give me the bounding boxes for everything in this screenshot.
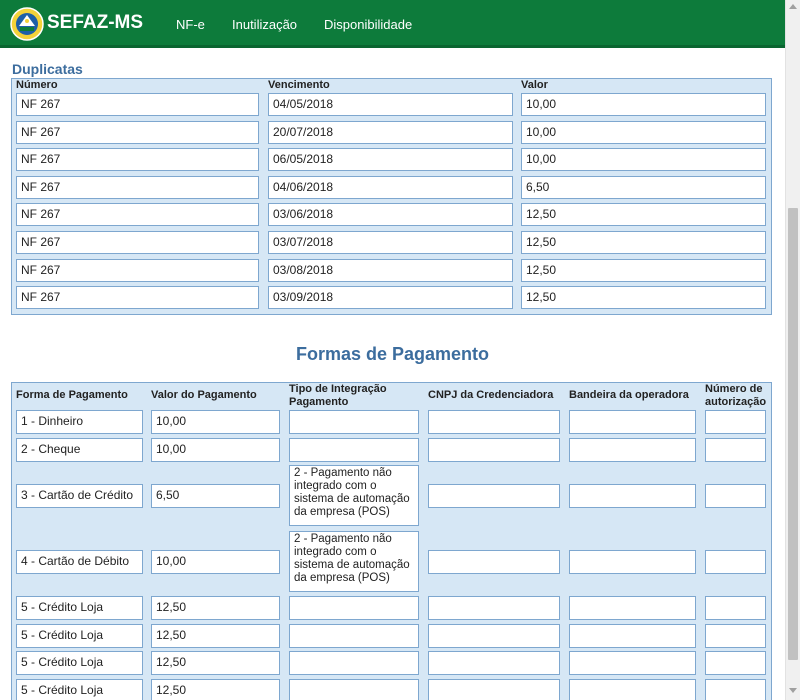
tipo-integracao-field[interactable] <box>289 410 419 434</box>
numero-field[interactable]: NF 267 <box>16 203 259 227</box>
bandeira-operadora-field[interactable] <box>569 438 696 462</box>
header-valor: Valor <box>521 79 548 91</box>
header-bandeira-operadora: Bandeira da operadora <box>569 389 689 401</box>
header-tipo-integracao: Tipo de Integração Pagamento <box>289 383 387 408</box>
cnpj-credenciadora-field[interactable] <box>428 483 560 508</box>
valor-field[interactable]: 12,50 <box>521 286 766 310</box>
tipo-integracao-field[interactable] <box>289 624 419 648</box>
vencimento-field[interactable]: 20/07/2018 <box>268 120 513 144</box>
forma-pagamento-field[interactable]: 3 - Cartão de Crédito <box>16 483 143 508</box>
tipo-integracao-field[interactable]: 2 - Pagamento não integrado com o sistem… <box>289 531 419 592</box>
vencimento-field[interactable]: 04/05/2018 <box>268 93 513 116</box>
tipo-integracao-field[interactable] <box>289 679 419 700</box>
forma-pagamento-field[interactable]: 4 - Cartão de Débito <box>16 549 143 574</box>
vencimento-field[interactable]: 03/06/2018 <box>268 203 513 227</box>
numero-autorizacao-field[interactable] <box>705 438 766 462</box>
numero-field[interactable]: NF 267 <box>16 286 259 310</box>
header-cnpj-credenciadora: CNPJ da Credenciadora <box>428 389 554 401</box>
valor-field[interactable]: 10,00 <box>521 120 766 144</box>
cnpj-credenciadora-field[interactable] <box>428 410 560 434</box>
cnpj-credenciadora-field[interactable] <box>428 596 560 620</box>
valor-pagamento-field[interactable]: 6,50 <box>151 483 280 508</box>
header-forma-pagamento: Forma de Pagamento <box>16 389 128 401</box>
header-vencimento: Vencimento <box>268 79 330 91</box>
forma-pagamento-field[interactable]: 5 - Crédito Loja <box>16 679 143 700</box>
tipo-integracao-field[interactable] <box>289 596 419 620</box>
ms-state-seal-icon <box>10 7 44 41</box>
cnpj-credenciadora-field[interactable] <box>428 651 560 675</box>
bandeira-operadora-field[interactable] <box>569 651 696 675</box>
scroll-up-arrow-icon[interactable] <box>789 4 797 9</box>
brand-title[interactable]: SEFAZ-MS <box>47 12 143 34</box>
cnpj-credenciadora-field[interactable] <box>428 679 560 700</box>
forma-pagamento-field[interactable]: 2 - Cheque <box>16 438 143 462</box>
numero-field[interactable]: NF 267 <box>16 258 259 282</box>
forma-pagamento-field[interactable]: 1 - Dinheiro <box>16 410 143 434</box>
valor-field[interactable]: 10,00 <box>521 148 766 172</box>
scroll-down-arrow-icon[interactable] <box>789 688 797 693</box>
header-numero: Número <box>16 79 58 91</box>
numero-field[interactable]: NF 267 <box>16 148 259 172</box>
nav-inutilizacao[interactable]: Inutilização <box>232 17 297 32</box>
numero-autorizacao-field[interactable] <box>705 549 766 574</box>
vencimento-field[interactable]: 04/06/2018 <box>268 175 513 199</box>
valor-pagamento-field[interactable]: 10,00 <box>151 438 280 462</box>
numero-field[interactable]: NF 267 <box>16 120 259 144</box>
bandeira-operadora-field[interactable] <box>569 596 696 620</box>
scrollbar-thumb[interactable] <box>788 208 798 660</box>
valor-pagamento-field[interactable]: 12,50 <box>151 624 280 648</box>
forma-pagamento-field[interactable]: 5 - Crédito Loja <box>16 596 143 620</box>
main-content: Duplicatas Número Vencimento Valor NF 267 04… <box>0 48 785 700</box>
vencimento-field[interactable]: 06/05/2018 <box>268 148 513 172</box>
tipo-integracao-field[interactable] <box>289 438 419 462</box>
forma-pagamento-field[interactable]: 5 - Crédito Loja <box>16 624 143 648</box>
vertical-scrollbar[interactable] <box>785 0 800 700</box>
valor-pagamento-field[interactable]: 12,50 <box>151 651 280 675</box>
numero-autorizacao-field[interactable] <box>705 596 766 620</box>
forma-pagamento-field[interactable]: 5 - Crédito Loja <box>16 651 143 675</box>
nav-nfe[interactable]: NF-e <box>176 17 205 32</box>
valor-pagamento-field[interactable]: 12,50 <box>151 596 280 620</box>
numero-field[interactable]: NF 267 <box>16 93 259 116</box>
bandeira-operadora-field[interactable] <box>569 624 696 648</box>
vencimento-field[interactable]: 03/08/2018 <box>268 258 513 282</box>
duplicatas-title: Duplicatas <box>12 61 83 77</box>
valor-pagamento-field[interactable]: 10,00 <box>151 410 280 434</box>
valor-field[interactable]: 12,50 <box>521 231 766 254</box>
bandeira-operadora-field[interactable] <box>569 549 696 574</box>
bandeira-operadora-field[interactable] <box>569 410 696 434</box>
header-numero-autorizacao: Número de autorização <box>705 383 767 408</box>
valor-field[interactable]: 10,00 <box>521 93 766 116</box>
vencimento-field[interactable]: 03/09/2018 <box>268 286 513 310</box>
cnpj-credenciadora-field[interactable] <box>428 549 560 574</box>
valor-field[interactable]: 6,50 <box>521 175 766 199</box>
top-navbar: SEFAZ-MS NF-e Inutilização Disponibilida… <box>0 0 785 48</box>
numero-field[interactable]: NF 267 <box>16 175 259 199</box>
bandeira-operadora-field[interactable] <box>569 483 696 508</box>
numero-autorizacao-field[interactable] <box>705 624 766 648</box>
valor-field[interactable]: 12,50 <box>521 203 766 227</box>
numero-autorizacao-field[interactable] <box>705 410 766 434</box>
numero-autorizacao-field[interactable] <box>705 483 766 508</box>
cnpj-credenciadora-field[interactable] <box>428 438 560 462</box>
cnpj-credenciadora-field[interactable] <box>428 624 560 648</box>
header-valor-pagamento: Valor do Pagamento <box>151 389 257 401</box>
nav-disponibilidade[interactable]: Disponibilidade <box>324 17 412 32</box>
numero-autorizacao-field[interactable] <box>705 651 766 675</box>
vencimento-field[interactable]: 03/07/2018 <box>268 231 513 254</box>
tipo-integracao-field[interactable]: 2 - Pagamento não integrado com o sistem… <box>289 465 419 526</box>
numero-autorizacao-field[interactable] <box>705 679 766 700</box>
numero-field[interactable]: NF 267 <box>16 231 259 254</box>
bandeira-operadora-field[interactable] <box>569 679 696 700</box>
valor-pagamento-field[interactable]: 10,00 <box>151 549 280 574</box>
valor-field[interactable]: 12,50 <box>521 258 766 282</box>
formas-pagamento-title: Formas de Pagamento <box>295 344 490 364</box>
tipo-integracao-field[interactable] <box>289 651 419 675</box>
valor-pagamento-field[interactable]: 12,50 <box>151 679 280 700</box>
